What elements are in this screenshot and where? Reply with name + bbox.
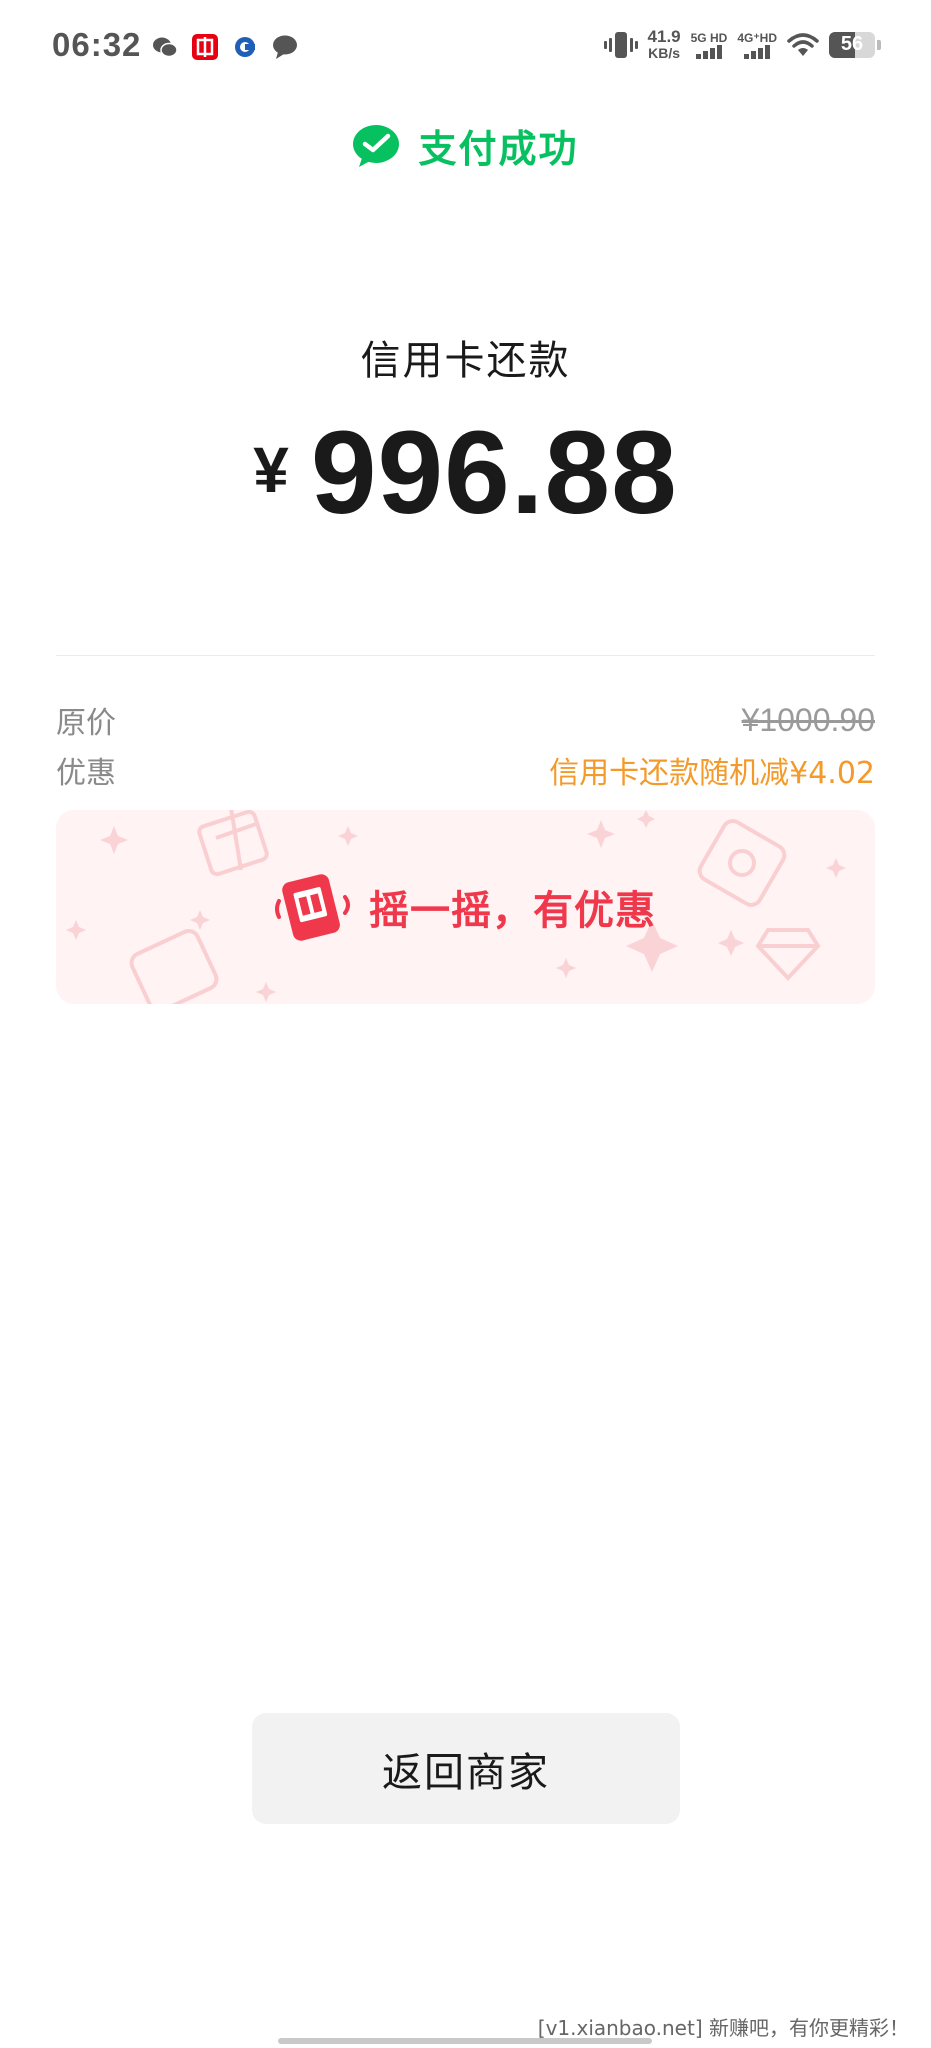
amount-value: 996.88 <box>310 407 678 539</box>
vibrate-icon <box>603 32 638 58</box>
discount-row: 优惠 信用卡还款随机减¥4.02 <box>56 748 875 792</box>
status-bar: 06:32 41.9 KB/s 5G HD 4G⁺HD 56 <box>0 0 931 100</box>
signal-bars-icon <box>691 44 728 59</box>
wechat-icon <box>153 37 178 58</box>
discount-value: 信用卡还款随机减¥4.02 <box>549 756 875 791</box>
network-speed: 41.9 KB/s <box>648 28 681 62</box>
original-price-label: 原价 <box>56 706 116 741</box>
currency-symbol: ¥ <box>253 434 289 506</box>
original-price-value: ¥1000.90 <box>741 701 875 738</box>
signal-5g: 5G HD <box>690 30 728 59</box>
battery-level: 56 <box>840 33 864 55</box>
status-time: 06:32 <box>52 26 142 63</box>
speed-value: 41.9 <box>647 27 681 46</box>
shake-phone-icon <box>275 874 350 941</box>
banner-content: 摇一摇，有优惠 <box>56 810 875 1004</box>
wifi-icon <box>787 33 819 56</box>
signal-4g-label: 4G⁺HD <box>737 30 777 45</box>
bank-app-icon <box>235 37 255 57</box>
discount-label: 优惠 <box>56 756 116 791</box>
battery-indicator: 56 <box>829 32 875 58</box>
status-right: 41.9 KB/s 5G HD 4G⁺HD 56 <box>603 28 881 62</box>
citic-bank-icon <box>192 34 218 60</box>
payment-success-title: 支付成功 <box>418 127 579 171</box>
original-price-row: 原价 ¥1000.90 <box>56 698 875 742</box>
wechat-pay-check-icon <box>353 124 400 167</box>
return-to-merchant-button[interactable]: 返回商家 <box>252 1713 680 1824</box>
payment-status-header: 支付成功 <box>0 118 931 173</box>
notification-icons <box>151 33 299 61</box>
signal-5g-label: 5G HD <box>690 30 728 45</box>
battery-cap <box>877 40 881 50</box>
signal-4g: 4G⁺HD <box>737 30 777 59</box>
watermark-text: [v1.xianbao.net] 新赚吧，有你更精彩！ <box>537 2016 909 2040</box>
signal-bars-icon <box>737 44 777 59</box>
merchant-name: 信用卡还款 <box>360 338 571 384</box>
shake-promo-banner[interactable]: 摇一摇，有优惠 <box>56 810 875 1004</box>
speed-unit: KB/s <box>648 45 681 61</box>
divider <box>56 655 875 656</box>
payment-amount: ¥ 996.88 <box>0 405 931 541</box>
message-icon <box>273 35 297 59</box>
banner-text: 摇一摇，有优惠 <box>369 888 656 934</box>
payment-success-page: 06:32 41.9 KB/s 5G HD 4G⁺HD 56 支付成功 信用卡还… <box>0 0 931 2048</box>
home-indicator[interactable] <box>278 2038 652 2044</box>
